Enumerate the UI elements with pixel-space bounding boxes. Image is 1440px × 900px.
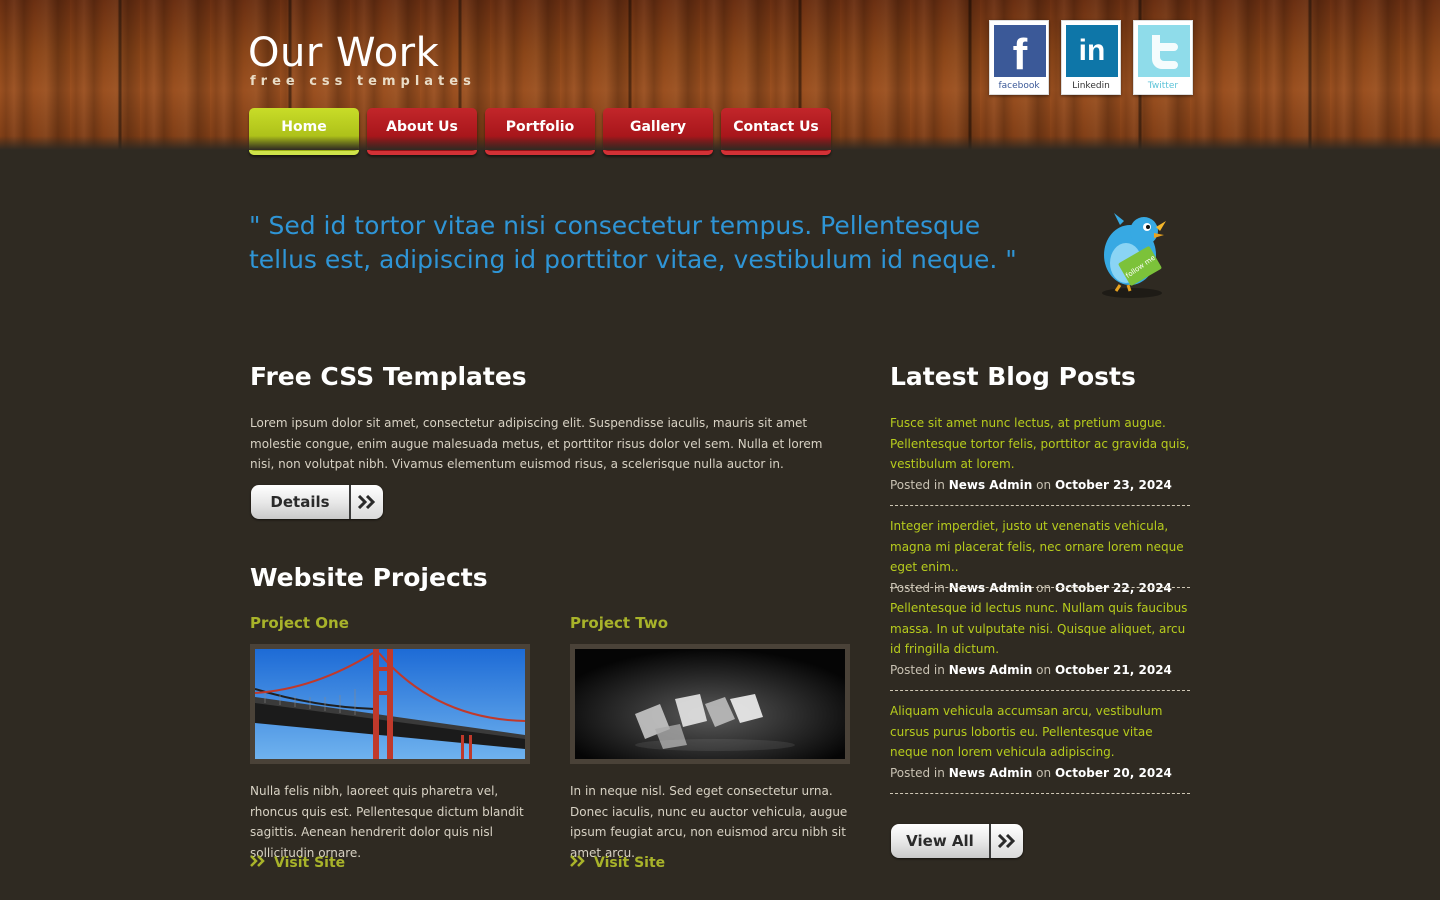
blog-post-author[interactable]: News Admin: [949, 663, 1033, 677]
blog-post-excerpt[interactable]: Aliquam vehicula accumsan arcu, vestibul…: [890, 701, 1190, 763]
facebook-label: facebook: [998, 81, 1040, 91]
double-chevron-right-icon: [351, 485, 383, 519]
bridge-image: [255, 649, 525, 759]
intro-heading: Free CSS Templates: [250, 362, 527, 391]
blog-post: Integer imperdiet, justo ut venenatis ve…: [890, 516, 1190, 598]
project-one-body: Nulla felis nibh, laoreet quis pharetra …: [250, 784, 524, 860]
blog-post-date: October 20, 2024: [1054, 765, 1172, 780]
blog-divider: [890, 505, 1190, 506]
project-two-body: In in neque nisl. Sed eget consectetur u…: [570, 784, 848, 860]
nav-gallery[interactable]: Gallery: [603, 108, 713, 155]
double-chevron-right-icon: [570, 855, 586, 871]
ice-cubes-image: [575, 649, 845, 759]
projects-heading: Website Projects: [250, 563, 488, 592]
facebook-icon: f: [994, 25, 1046, 79]
site-title[interactable]: Our Work: [248, 30, 439, 76]
blog-divider: [890, 690, 1190, 691]
linkedin-icon: in: [1066, 25, 1118, 77]
facebook-link[interactable]: f facebook: [989, 20, 1049, 95]
twitter-link[interactable]: Twitter: [1133, 20, 1193, 95]
blog-post: Fusce sit amet nunc lectus, at pretium a…: [890, 413, 1190, 495]
view-all-button-label: View All: [891, 824, 991, 858]
details-button-label: Details: [251, 485, 351, 519]
nav-home[interactable]: Home: [249, 108, 359, 155]
blog-post-excerpt[interactable]: Integer imperdiet, justo ut venenatis ve…: [890, 516, 1190, 578]
blog-divider: [890, 587, 1190, 588]
project-one-title[interactable]: Project One: [250, 614, 349, 632]
twitter-label: Twitter: [1147, 81, 1179, 91]
blog-post-excerpt[interactable]: Fusce sit amet nunc lectus, at pretium a…: [890, 413, 1190, 475]
blog-post: Pellentesque id lectus nunc. Nullam quis…: [890, 598, 1190, 680]
twitter-icon: [1138, 25, 1190, 77]
intro-body: Lorem ipsum dolor sit amet, consectetur …: [250, 416, 823, 471]
on-label: on: [1036, 765, 1052, 780]
project-one-visit-link[interactable]: Visit Site: [250, 855, 345, 871]
project-two-thumbnail[interactable]: [570, 644, 850, 764]
project-two-title[interactable]: Project Two: [570, 614, 668, 632]
project-two-visit-link[interactable]: Visit Site: [570, 855, 665, 871]
project-two-visit-label: Visit Site: [594, 855, 666, 871]
blog-post-date: October 23, 2024: [1054, 477, 1172, 492]
blog-heading: Latest Blog Posts: [890, 362, 1136, 391]
posted-in-label: Posted in: [890, 662, 945, 677]
on-label: on: [1036, 477, 1052, 492]
site-subtitle: free css templates: [250, 74, 476, 89]
project-one-visit-label: Visit Site: [274, 855, 346, 871]
double-chevron-right-icon: [991, 824, 1023, 858]
linkedin-link[interactable]: in Linkedin: [1061, 20, 1121, 95]
project-one-thumbnail[interactable]: [250, 644, 530, 764]
blog-post-meta: Posted in News Admin on October 21, 2024: [890, 660, 1190, 680]
blog-post-author[interactable]: News Admin: [949, 766, 1033, 780]
posted-in-label: Posted in: [890, 765, 945, 780]
on-label: on: [1036, 662, 1052, 677]
nav-portfolio[interactable]: Portfolio: [485, 108, 595, 155]
details-button[interactable]: Details: [251, 485, 383, 519]
blog-post-date: October 21, 2024: [1054, 662, 1172, 677]
twitter-bird-follow-icon[interactable]: follow me: [1092, 205, 1182, 300]
linkedin-label: Linkedin: [1072, 81, 1110, 91]
double-chevron-right-icon: [250, 855, 266, 871]
blog-divider: [890, 793, 1190, 794]
blog-post-meta: Posted in News Admin on October 23, 2024: [890, 475, 1190, 495]
blog-post-meta: Posted in News Admin on October 20, 2024: [890, 763, 1190, 783]
featured-quote: " Sed id tortor vitae nisi consectetur t…: [249, 211, 1017, 274]
blog-post: Aliquam vehicula accumsan arcu, vestibul…: [890, 701, 1190, 783]
blog-post-excerpt[interactable]: Pellentesque id lectus nunc. Nullam quis…: [890, 598, 1190, 660]
header: Our Work free css templates f facebook i…: [0, 0, 1440, 155]
blog-post-author[interactable]: News Admin: [949, 478, 1033, 492]
view-all-button[interactable]: View All: [891, 824, 1023, 858]
nav-contact-us[interactable]: Contact Us: [721, 108, 831, 155]
nav-about-us[interactable]: About Us: [367, 108, 477, 155]
posted-in-label: Posted in: [890, 477, 945, 492]
